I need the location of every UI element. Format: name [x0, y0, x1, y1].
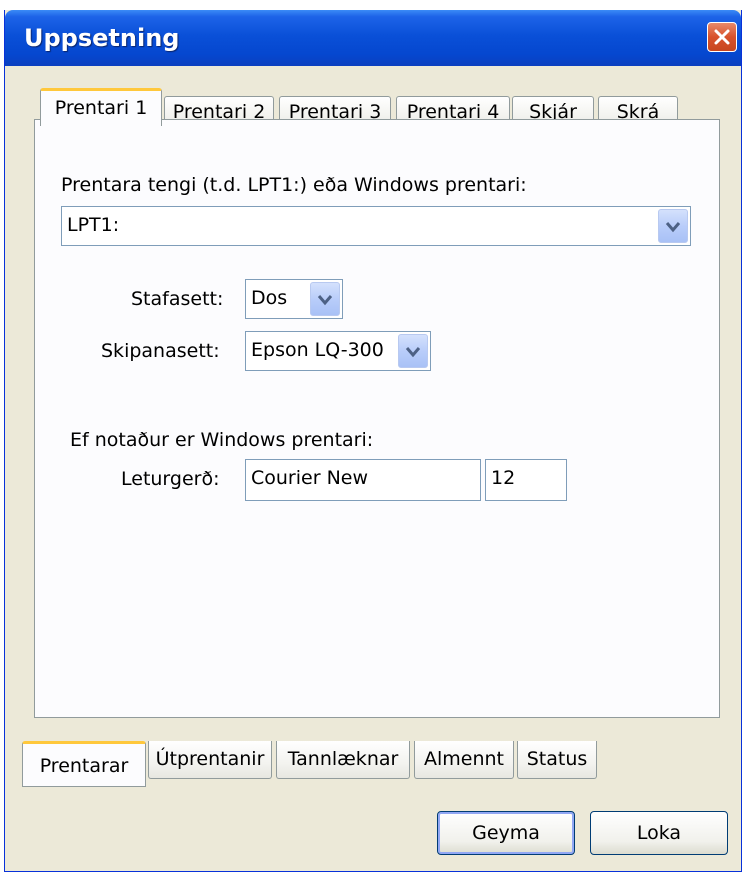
tab-prentari-1[interactable]: Prentari 1: [40, 88, 162, 126]
font-size-input[interactable]: 12: [485, 459, 567, 501]
dropdown-button[interactable]: [310, 282, 340, 316]
charset-label: Stafasett:: [131, 288, 224, 310]
tab-label: Almennt: [423, 748, 504, 770]
printer-port-label: Prentara tengi (t.d. LPT1:) eða Windows …: [61, 174, 527, 196]
font-label: Leturgerð:: [121, 468, 220, 490]
commandset-dropdown[interactable]: Epson LQ-300: [245, 331, 431, 371]
tab-label: Status: [526, 748, 588, 770]
tab-label: Prentari 1: [54, 97, 148, 119]
windows-printer-note: Ef notaður er Windows prentari:: [70, 429, 374, 451]
tab-label: Útprentanir: [155, 748, 265, 770]
printer-port-dropdown[interactable]: LPT1:: [61, 206, 691, 246]
close-button[interactable]: Loka: [590, 811, 728, 855]
tab-status[interactable]: Status: [517, 741, 597, 779]
tab-panel-prentari-1: Prentara tengi (t.d. LPT1:) eða Windows …: [34, 119, 720, 718]
save-button-label: Geyma: [472, 822, 540, 844]
dropdown-button[interactable]: [398, 334, 428, 368]
close-button-label: Loka: [636, 822, 682, 844]
font-name-input[interactable]: Courier New: [245, 459, 481, 501]
save-button[interactable]: Geyma: [437, 811, 575, 855]
printer-port-value: LPT1:: [67, 214, 120, 236]
commandset-label: Skipanasett:: [101, 340, 220, 362]
charset-dropdown[interactable]: Dos: [245, 279, 343, 319]
chevron-down-icon: [317, 295, 333, 306]
commandset-value: Epson LQ-300: [251, 339, 384, 361]
title-bar[interactable]: Uppsetning: [5, 10, 741, 66]
font-name-value: Courier New: [251, 467, 369, 489]
tab-utprentanir[interactable]: Útprentanir: [148, 741, 272, 779]
charset-value: Dos: [251, 287, 288, 309]
chevron-down-icon: [665, 222, 681, 233]
tab-label: Prentarar: [39, 755, 129, 777]
close-window-button[interactable]: [707, 22, 737, 52]
close-icon: [714, 29, 730, 45]
tab-tannlaeknar[interactable]: Tannlæknar: [276, 741, 410, 779]
dropdown-button[interactable]: [658, 209, 688, 243]
tab-prentarar[interactable]: Prentarar: [22, 741, 146, 787]
tab-almennt[interactable]: Almennt: [414, 741, 514, 779]
tab-label: Tannlæknar: [287, 748, 399, 770]
font-size-value: 12: [491, 467, 516, 489]
chevron-down-icon: [405, 347, 421, 358]
window-title: Uppsetning: [24, 24, 180, 52]
